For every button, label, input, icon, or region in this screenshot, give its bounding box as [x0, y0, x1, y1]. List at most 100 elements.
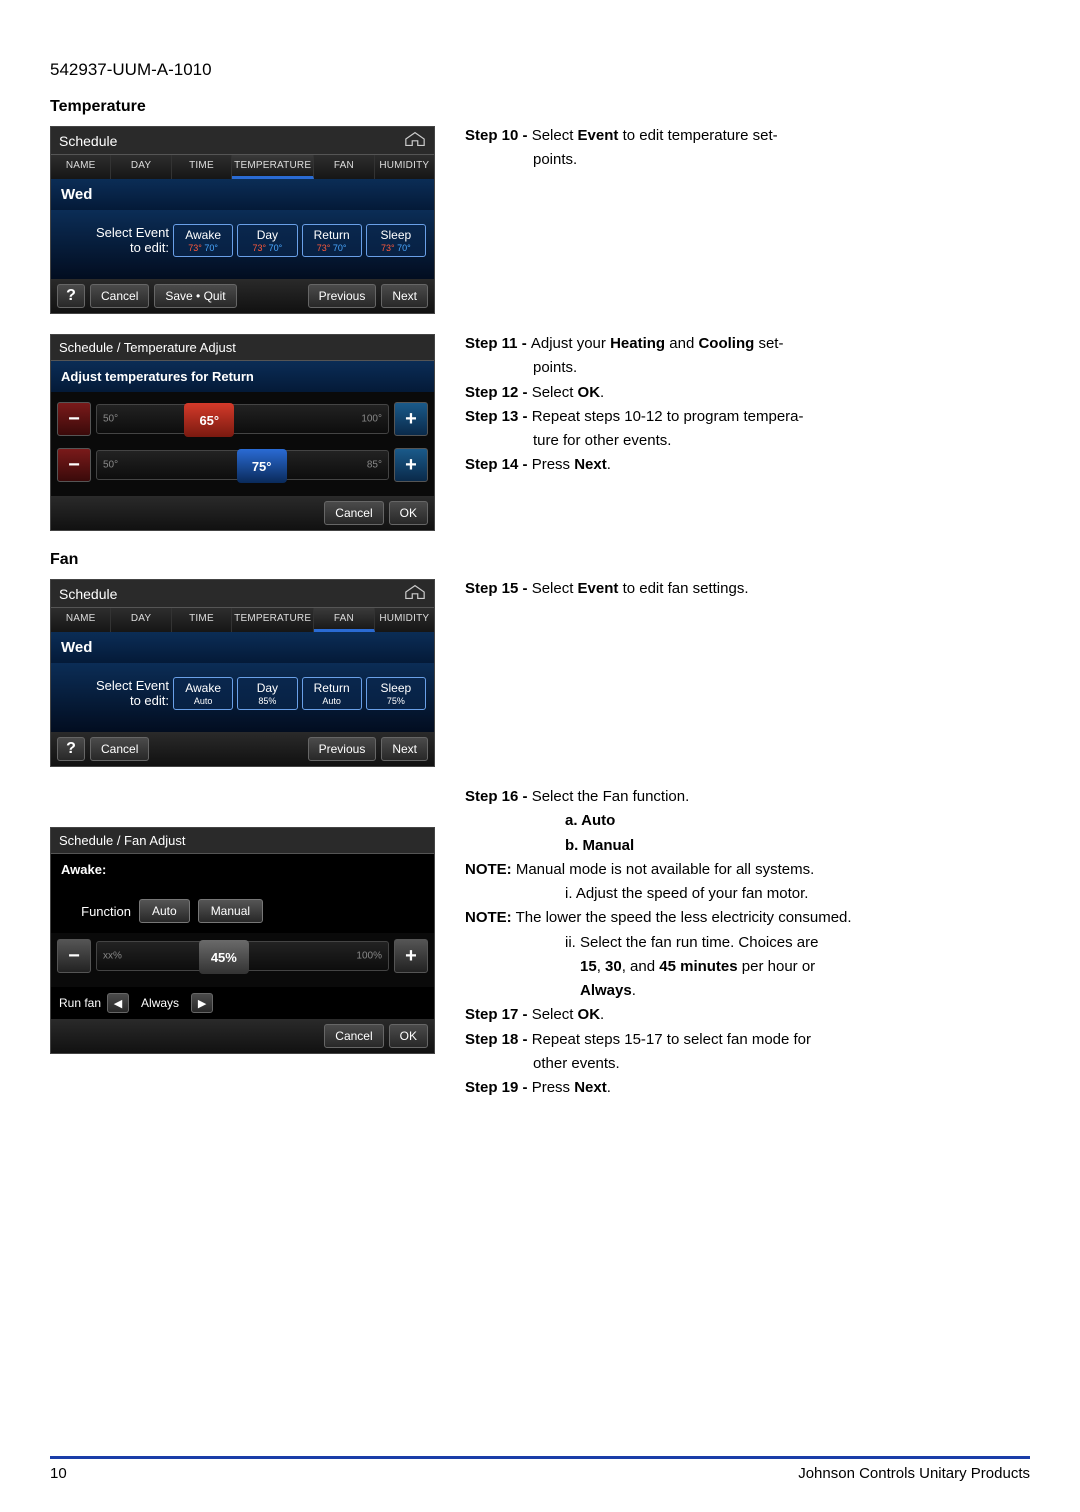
footer-company: Johnson Controls Unitary Products: [798, 1465, 1030, 1482]
cancel-button[interactable]: Cancel: [90, 284, 149, 308]
tab-day[interactable]: DAY: [111, 608, 171, 632]
save-quit-button[interactable]: Save • Quit: [154, 284, 236, 308]
tab-name[interactable]: NAME: [51, 608, 111, 632]
runfan-value: Always: [135, 996, 185, 1010]
note2: NOTE: The lower the speed the less elect…: [465, 908, 1030, 928]
tab-humidity[interactable]: HUMIDITY: [375, 608, 434, 632]
heat-slider-track[interactable]: 50° 100° 65°: [96, 404, 389, 434]
fan-slider-thumb[interactable]: 45%: [199, 940, 249, 974]
cool-increase-button[interactable]: +: [394, 448, 428, 482]
event-awake[interactable]: Awake73° 70°: [173, 224, 233, 257]
step10-label: Step 10 -: [465, 127, 532, 144]
fan-min-label: xx%: [103, 951, 122, 962]
event-return[interactable]: Return73° 70°: [302, 224, 362, 257]
step11-cont: points.: [465, 358, 1030, 378]
schedule-temperature-panel: Schedule NAME DAY TIME TEMPERATURE FAN H…: [50, 126, 435, 314]
tab-humidity[interactable]: HUMIDITY: [375, 155, 434, 179]
cancel-button[interactable]: Cancel: [324, 1024, 383, 1048]
step16-label: Step 16 -: [465, 788, 532, 805]
panel-title: Schedule / Fan Adjust: [51, 828, 434, 854]
step18-label: Step 18 -: [465, 1031, 532, 1048]
page-number: 10: [50, 1465, 67, 1482]
help-button[interactable]: ?: [57, 737, 85, 761]
step17-label: Step 17 -: [465, 1006, 532, 1023]
event-day[interactable]: Day85%: [237, 677, 297, 710]
step13-cont: ture for other events.: [465, 431, 1030, 451]
heat-min-label: 50°: [103, 414, 118, 425]
event-return[interactable]: ReturnAuto: [302, 677, 362, 710]
runfan-next-button[interactable]: ▶: [191, 993, 213, 1013]
event-sleep[interactable]: Sleep73° 70°: [366, 224, 426, 257]
tab-temperature[interactable]: TEMPERATURE: [232, 155, 314, 179]
tab-name[interactable]: NAME: [51, 155, 111, 179]
step11-label: Step 11 -: [465, 335, 531, 352]
heat-max-label: 100°: [361, 414, 382, 425]
cancel-button[interactable]: Cancel: [324, 501, 383, 525]
select-event-label: Select Eventto edit:: [59, 677, 169, 709]
home-icon[interactable]: [404, 131, 426, 150]
cool-min-label: 50°: [103, 460, 118, 471]
event-awake[interactable]: AwakeAuto: [173, 677, 233, 710]
step16ii-b: 15, 30, and 45 minutes per hour or: [465, 957, 1030, 977]
function-auto-button[interactable]: Auto: [139, 899, 190, 923]
step18-cont: other events.: [465, 1054, 1030, 1074]
ok-button[interactable]: OK: [389, 1024, 428, 1048]
event-day[interactable]: Day73° 70°: [237, 224, 297, 257]
home-icon[interactable]: [404, 584, 426, 603]
awake-label: Awake:: [51, 854, 434, 885]
document-id: 542937-UUM-A-1010: [50, 60, 1030, 80]
heat-decrease-button[interactable]: −: [57, 402, 91, 436]
tab-row: NAME DAY TIME TEMPERATURE FAN HUMIDITY: [51, 155, 434, 179]
step16i: i. Adjust the speed of your fan motor.: [465, 884, 1030, 904]
fan-slider-track[interactable]: xx% 100% 45%: [96, 941, 389, 971]
step16b: b. Manual: [465, 836, 1030, 856]
step15-label: Step 15 -: [465, 580, 532, 597]
cool-decrease-button[interactable]: −: [57, 448, 91, 482]
tab-fan[interactable]: FAN: [314, 608, 374, 632]
select-event-label: Select Eventto edit:: [59, 224, 169, 256]
heat-slider-thumb[interactable]: 65°: [184, 403, 234, 437]
temperature-adjust-panel: Schedule / Temperature Adjust Adjust tem…: [50, 334, 435, 531]
cool-slider-thumb[interactable]: 75°: [237, 449, 287, 483]
ok-button[interactable]: OK: [389, 501, 428, 525]
runfan-label: Run fan: [59, 996, 101, 1010]
next-button[interactable]: Next: [381, 284, 428, 308]
fan-increase-button[interactable]: +: [394, 939, 428, 973]
cool-max-label: 85°: [367, 460, 382, 471]
schedule-fan-panel: Schedule NAME DAY TIME TEMPERATURE FAN H…: [50, 579, 435, 767]
note1: NOTE: Manual mode is not available for a…: [465, 860, 1030, 880]
panel-title: Schedule: [59, 133, 117, 149]
section-temperature-title: Temperature: [50, 98, 1030, 116]
step16ii-a: ii. Select the fan run time. Choices are: [465, 933, 1030, 953]
step10-cont: points.: [465, 150, 1030, 170]
function-manual-button[interactable]: Manual: [198, 899, 263, 923]
tab-temperature[interactable]: TEMPERATURE: [232, 608, 314, 632]
event-sleep[interactable]: Sleep75%: [366, 677, 426, 710]
cancel-button[interactable]: Cancel: [90, 737, 149, 761]
step12-label: Step 12 -: [465, 384, 532, 401]
panel-title: Schedule: [59, 586, 117, 602]
help-button[interactable]: ?: [57, 284, 85, 308]
tab-day[interactable]: DAY: [111, 155, 171, 179]
tab-row: NAME DAY TIME TEMPERATURE FAN HUMIDITY: [51, 608, 434, 632]
step16a: a. Auto: [465, 811, 1030, 831]
cool-slider-track[interactable]: 50° 85° 75°: [96, 450, 389, 480]
previous-button[interactable]: Previous: [308, 737, 377, 761]
tab-time[interactable]: TIME: [172, 155, 232, 179]
step13-label: Step 13 -: [465, 408, 532, 425]
tab-fan[interactable]: FAN: [314, 155, 374, 179]
fan-max-label: 100%: [356, 951, 382, 962]
fan-decrease-button[interactable]: −: [57, 939, 91, 973]
adjust-label: Adjust temperatures for Return: [51, 361, 434, 392]
next-button[interactable]: Next: [381, 737, 428, 761]
step14-label: Step 14 -: [465, 456, 532, 473]
tab-time[interactable]: TIME: [172, 608, 232, 632]
previous-button[interactable]: Previous: [308, 284, 377, 308]
page-footer: 10 Johnson Controls Unitary Products: [50, 1456, 1030, 1482]
fan-adjust-panel: Schedule / Fan Adjust Awake: Function Au…: [50, 827, 435, 1054]
function-label: Function: [61, 904, 131, 919]
runfan-prev-button[interactable]: ◀: [107, 993, 129, 1013]
step19-label: Step 19 -: [465, 1079, 532, 1096]
step16ii-c: Always.: [465, 981, 1030, 1001]
heat-increase-button[interactable]: +: [394, 402, 428, 436]
